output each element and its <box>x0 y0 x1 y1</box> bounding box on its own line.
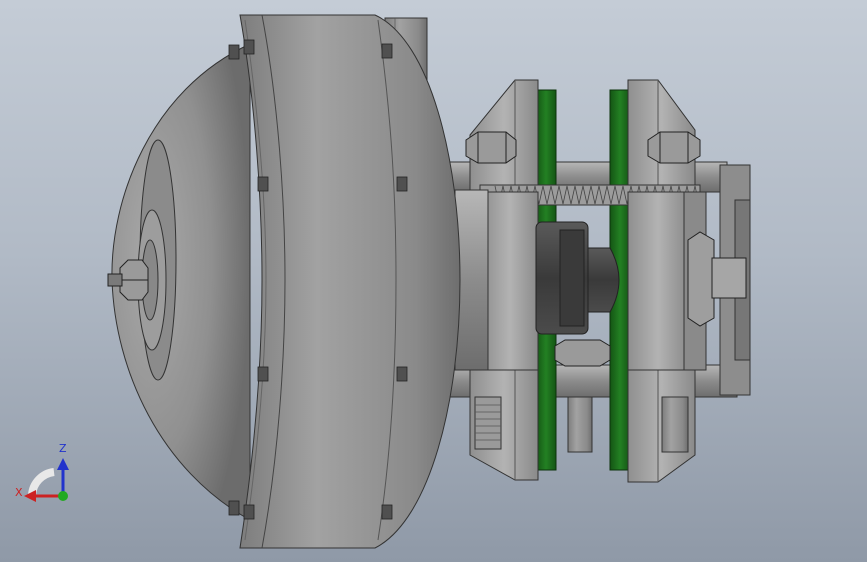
hex-nut-top-left <box>465 131 517 164</box>
triad-y-axis-dot <box>58 491 68 501</box>
coordinate-triad[interactable] <box>12 440 82 510</box>
cad-viewport[interactable] <box>0 0 867 562</box>
bolt-bottom-1 <box>474 396 502 450</box>
brake-assembly-model <box>107 14 751 549</box>
hex-nut-top-right <box>647 131 701 164</box>
triad-graphic <box>24 458 69 502</box>
triad-z-arrow <box>57 458 69 470</box>
brake-piston <box>535 221 620 335</box>
bolt-bottom-2 <box>567 396 593 453</box>
bolt-bottom-3 <box>661 396 689 453</box>
axis-x-label: X <box>15 486 23 499</box>
axis-z-label: Z <box>59 442 67 455</box>
hex-nut-bottom <box>554 339 611 367</box>
